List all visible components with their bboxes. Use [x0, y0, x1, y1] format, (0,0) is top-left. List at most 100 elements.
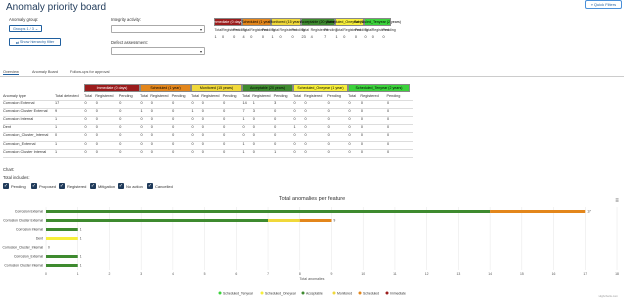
summary-value: 0 — [279, 34, 282, 39]
x-tick-label: 18 — [615, 272, 619, 276]
table-cell: 0 — [274, 141, 277, 146]
chart-title: Total anomalies per feature — [279, 196, 345, 202]
quick-filters-label: Quick Filters — [593, 2, 617, 7]
table-cell: 0 — [327, 141, 330, 146]
table-cell: 0 — [304, 101, 307, 105]
summary-value: 0 — [250, 34, 253, 39]
y-category-label: Corrosion External — [15, 210, 43, 214]
checkbox-label: Proposed — [39, 184, 57, 189]
legend-marker — [332, 291, 336, 295]
summary-value: 0 — [233, 34, 236, 39]
table-cell: 0 — [252, 133, 255, 138]
integrity-activity-label: Integrity activity: — [111, 17, 142, 22]
table-cell: 0 — [348, 101, 351, 105]
table-row-type: Corrosion Cluster Internal — [3, 149, 47, 154]
summary-subheader: Total — [214, 27, 223, 32]
table-cell: 0 — [252, 125, 255, 130]
checkbox-proposed[interactable]: ✓ — [31, 183, 37, 189]
table-cell: 0 — [172, 125, 175, 130]
table-cell: 14 — [242, 101, 247, 105]
checkbox-registered[interactable]: ✓ — [59, 183, 65, 189]
table-row-total: 0 — [55, 133, 58, 138]
table-cell: 0 — [172, 101, 175, 105]
table-row-total: 1 — [55, 149, 58, 154]
legend-item: Scheduled_Tenyear — [223, 291, 254, 295]
x-tick-label: 1 — [77, 272, 79, 276]
table-cell: 0 — [293, 133, 296, 138]
checkbox-label: No action — [126, 184, 143, 189]
x-tick-label: 9 — [331, 272, 333, 276]
table-cell: 0 — [223, 141, 226, 146]
table-cell: 0 — [201, 133, 204, 138]
x-axis-label: Total anomalies — [300, 277, 325, 281]
table-cell: 0 — [95, 117, 98, 122]
table-row-total: 1 — [55, 125, 58, 130]
checkbox-pending[interactable]: ✓ — [3, 183, 9, 189]
table-cell: 0 — [150, 117, 153, 122]
table-subheader: Registered — [360, 94, 379, 98]
summary-category-header: Monitored (15 years) — [269, 18, 303, 26]
row-divider — [3, 148, 413, 150]
table-cell: 0 — [150, 133, 153, 138]
summary-value: 0 — [371, 34, 374, 39]
table-cell: 0 — [191, 133, 194, 138]
table-category-header: Monitored (15 years) — [191, 84, 242, 92]
table-subheader: Pending — [222, 94, 237, 98]
table-cell: 0 — [172, 109, 175, 114]
table-cell: 0 — [252, 141, 255, 146]
table-cell: 0 — [304, 133, 307, 138]
summary-value: 1 — [214, 34, 217, 39]
bar-segment — [46, 210, 491, 213]
table-row-type: Corrosion_Cluster_Internal — [3, 133, 49, 138]
y-category-label: Corrosion Cluster External — [3, 219, 43, 223]
show-hierarchy-filter-button[interactable]: ⇄ Show hierarchy filter — [9, 38, 61, 46]
table-row-type: Corrosion Cluster External — [3, 109, 48, 114]
checkbox-label: Registered — [67, 184, 87, 189]
table-cell: 0 — [150, 125, 153, 130]
defect-assessment-select[interactable]: ▾ — [111, 47, 205, 55]
table-row-total: 1 — [55, 117, 58, 122]
quick-filters-button[interactable]: ▿ Quick Filters — [585, 0, 622, 9]
legend-marker — [218, 291, 222, 295]
table-cell: 0 — [191, 149, 194, 154]
integrity-activity-select[interactable]: ▾ — [111, 25, 205, 33]
table-cell: 0 — [327, 109, 330, 114]
summary-category-header: Immediate (0 days) — [212, 18, 244, 26]
table-category-header: Acceptable (20 years) — [242, 84, 293, 92]
checkbox-no-action[interactable]: ✓ — [118, 183, 124, 189]
table-cell: 0 — [172, 133, 175, 138]
table-cell: 0 — [201, 101, 204, 105]
table-subheader: Registered — [150, 94, 169, 98]
anomaly-group-select[interactable]: Groups 1 / 3 ⌄ — [9, 25, 42, 32]
table-cell: 1 — [274, 149, 277, 154]
checkbox-label: Mitigation — [98, 184, 116, 189]
bar-segment — [46, 228, 78, 231]
table-cell: 0 — [327, 117, 330, 122]
summary-value: 0 — [221, 34, 225, 39]
table-cell: 0 — [95, 133, 98, 138]
table-cell: 0 — [348, 109, 351, 114]
checkbox-mitigation[interactable]: ✓ — [90, 183, 96, 189]
table-cell: 0 — [201, 149, 204, 154]
table-cell: 0 — [223, 109, 226, 114]
anomalies-chart: Total anomalies per feature ≡0 1 2 3 4 5 6 7 8 9 10… — [2, 196, 619, 298]
checkbox-cancelled[interactable]: ✓ — [147, 183, 153, 189]
summary-value: 1 — [271, 34, 274, 39]
table-cell: 0 — [242, 125, 245, 130]
row-divider — [3, 116, 413, 118]
summary-subheader: Total — [271, 27, 280, 32]
table-cell: 0 — [293, 109, 296, 114]
table-cell: 0 — [84, 141, 87, 146]
summary-subheader: Total — [335, 27, 344, 32]
x-tick-label: 14 — [488, 272, 492, 276]
y-category-label: Corrosion Internal — [16, 228, 43, 232]
table-subheader: Registered — [201, 94, 220, 98]
table-cell: 0 — [119, 133, 122, 138]
hamburger-icon[interactable]: ≡ — [615, 198, 619, 204]
tab-anomaly-board[interactable]: Anomaly Board — [32, 70, 58, 74]
tab-overview[interactable]: Overview — [3, 70, 19, 75]
row-divider — [3, 108, 413, 110]
legend-marker — [358, 291, 362, 295]
tab-follow-ups[interactable]: Follow-ups for approval — [70, 70, 109, 74]
table-row-type: Corrosion Internal — [3, 117, 34, 122]
